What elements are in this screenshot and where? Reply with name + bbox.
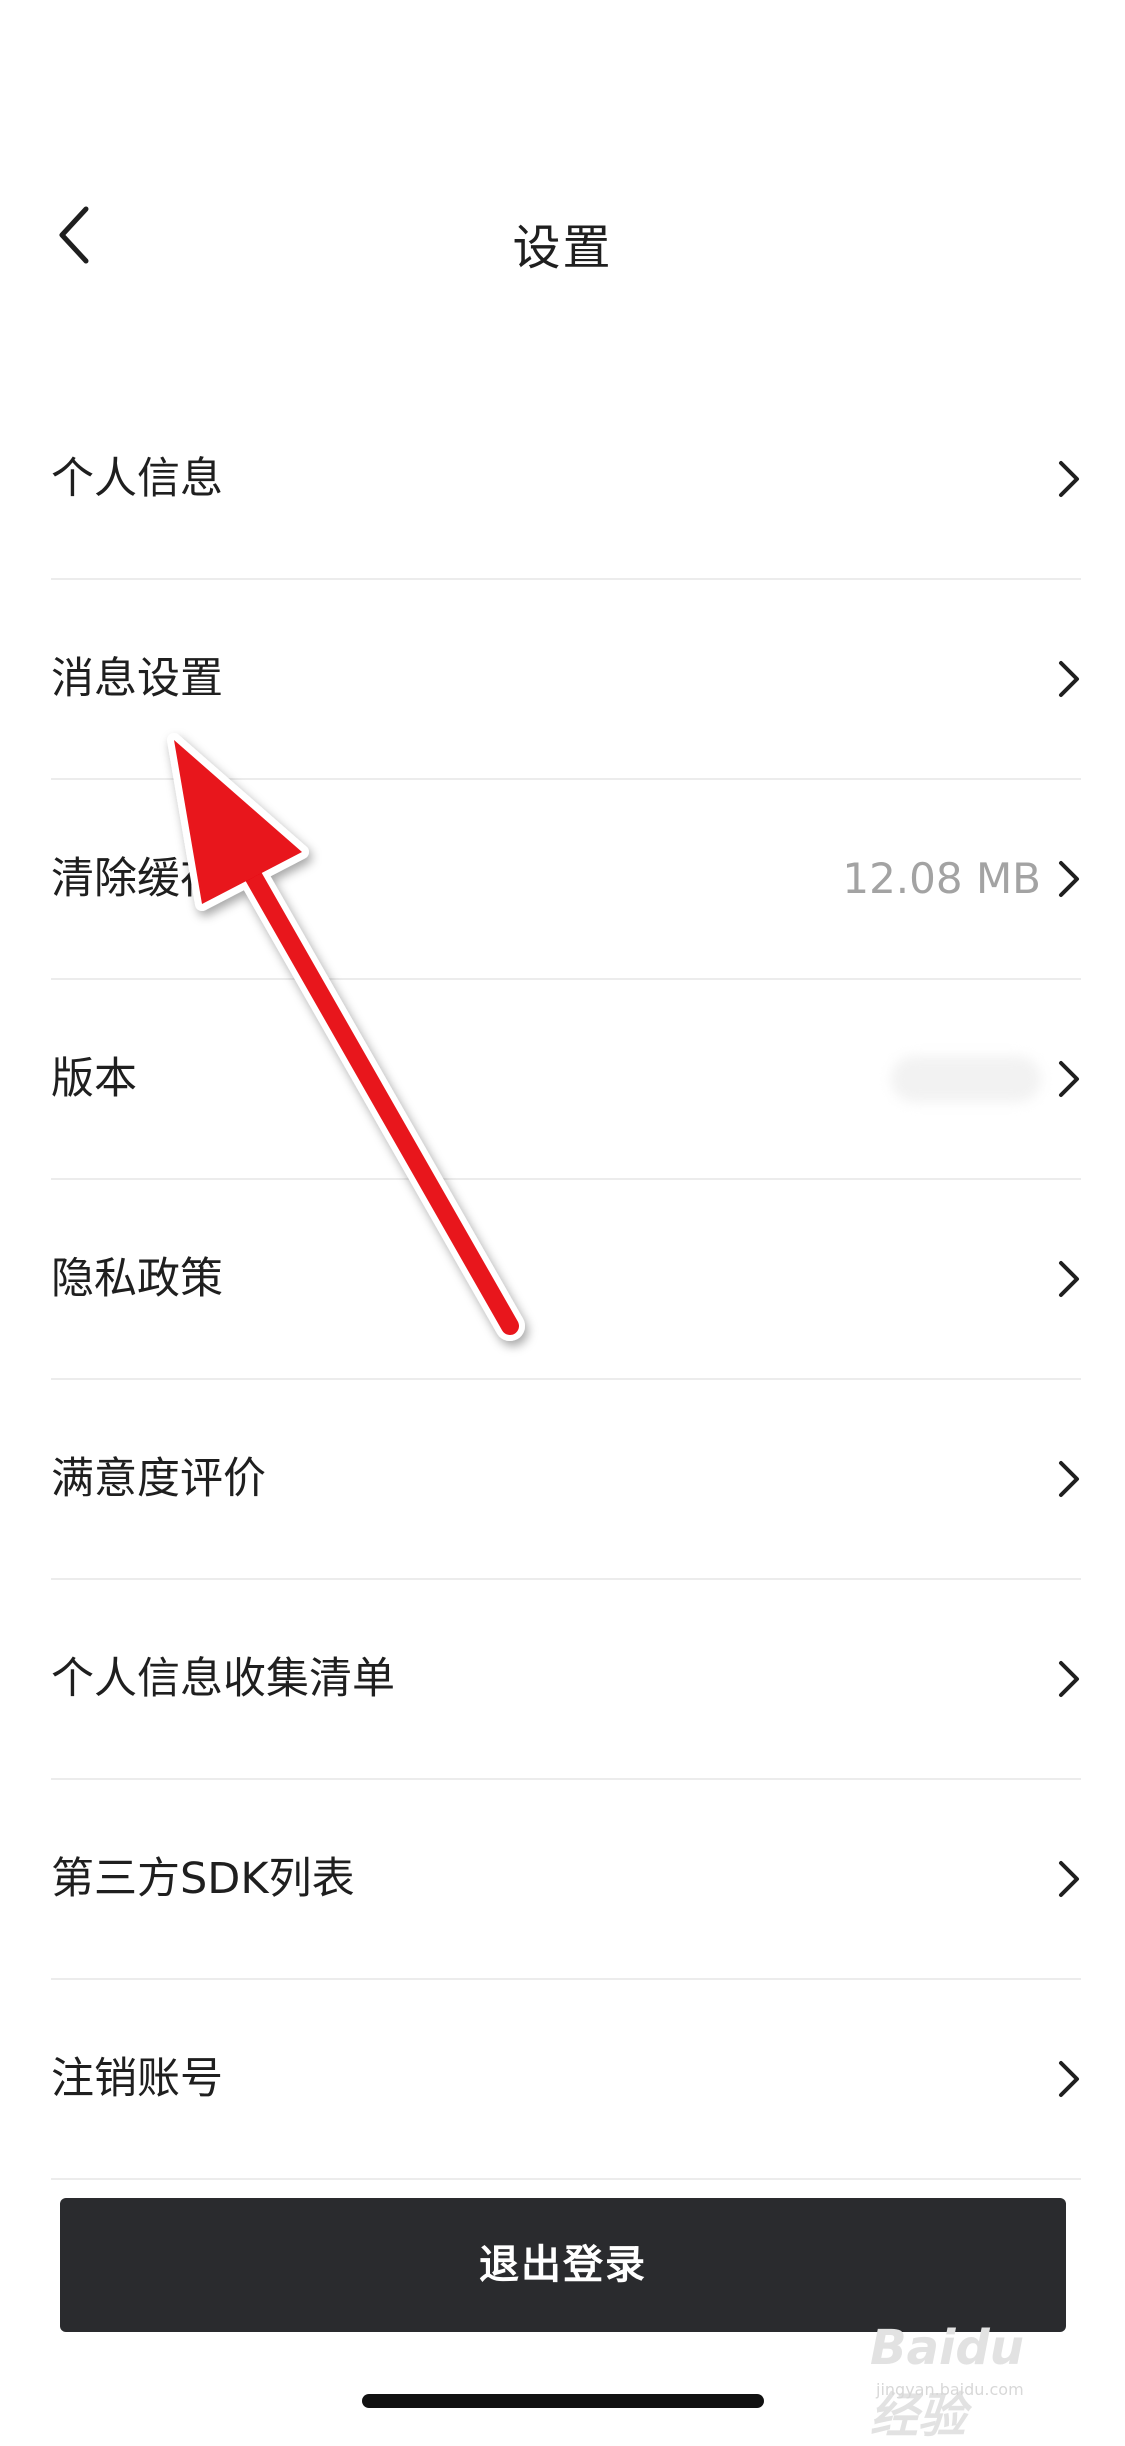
page-title: 设置: [512, 220, 613, 276]
chevron-right-icon: [1059, 661, 1079, 697]
settings-row-personal-info-collection[interactable]: 个人信息收集清单: [51, 1580, 1081, 1780]
chevron-right-icon: [1059, 461, 1079, 497]
row-label: 第三方SDK列表: [51, 1854, 355, 1904]
settings-row-delete-account[interactable]: 注销账号: [51, 1980, 1081, 2180]
cache-size-value: 12.08 MB: [842, 854, 1041, 903]
chevron-right-icon: [1059, 2061, 1079, 2097]
settings-row-clear-cache[interactable]: 清除缓存 12.08 MB: [51, 780, 1081, 980]
chevron-right-icon: [1059, 1461, 1079, 1497]
row-label: 清除缓存: [51, 854, 223, 904]
watermark-url: jingyan.baidu.com: [876, 2380, 1024, 2399]
chevron-right-icon: [1059, 1861, 1079, 1897]
chevron-right-icon: [1059, 861, 1079, 897]
home-indicator[interactable]: [362, 2394, 764, 2408]
logout-button[interactable]: 退出登录: [60, 2198, 1066, 2332]
row-label: 版本: [51, 1054, 137, 1104]
chevron-right-icon: [1059, 1661, 1079, 1697]
chevron-right-icon: [1059, 1061, 1079, 1097]
settings-row-privacy-policy[interactable]: 隐私政策: [51, 1180, 1081, 1380]
baidu-watermark: Baidu经验 jingyan.baidu.com: [870, 2320, 1070, 2444]
row-label: 消息设置: [51, 654, 223, 704]
settings-list: 个人信息 消息设置 清除缓存 12.08 MB 版本 隐私政策 满意度评价 个人…: [51, 380, 1081, 2180]
row-label: 满意度评价: [51, 1454, 266, 1504]
version-value-blurred: [891, 1056, 1041, 1102]
settings-row-third-party-sdk[interactable]: 第三方SDK列表: [51, 1780, 1081, 1980]
row-label: 个人信息收集清单: [51, 1654, 395, 1704]
chevron-right-icon: [1059, 1261, 1079, 1297]
row-label: 个人信息: [51, 454, 223, 504]
nav-header: 设置: [0, 170, 1125, 300]
settings-row-satisfaction-rating[interactable]: 满意度评价: [51, 1380, 1081, 1580]
row-label: 注销账号: [51, 2054, 223, 2104]
row-label: 隐私政策: [51, 1254, 223, 1304]
settings-row-personal-info[interactable]: 个人信息: [51, 380, 1081, 580]
settings-row-message-settings[interactable]: 消息设置: [51, 580, 1081, 780]
settings-row-version[interactable]: 版本: [51, 980, 1081, 1180]
